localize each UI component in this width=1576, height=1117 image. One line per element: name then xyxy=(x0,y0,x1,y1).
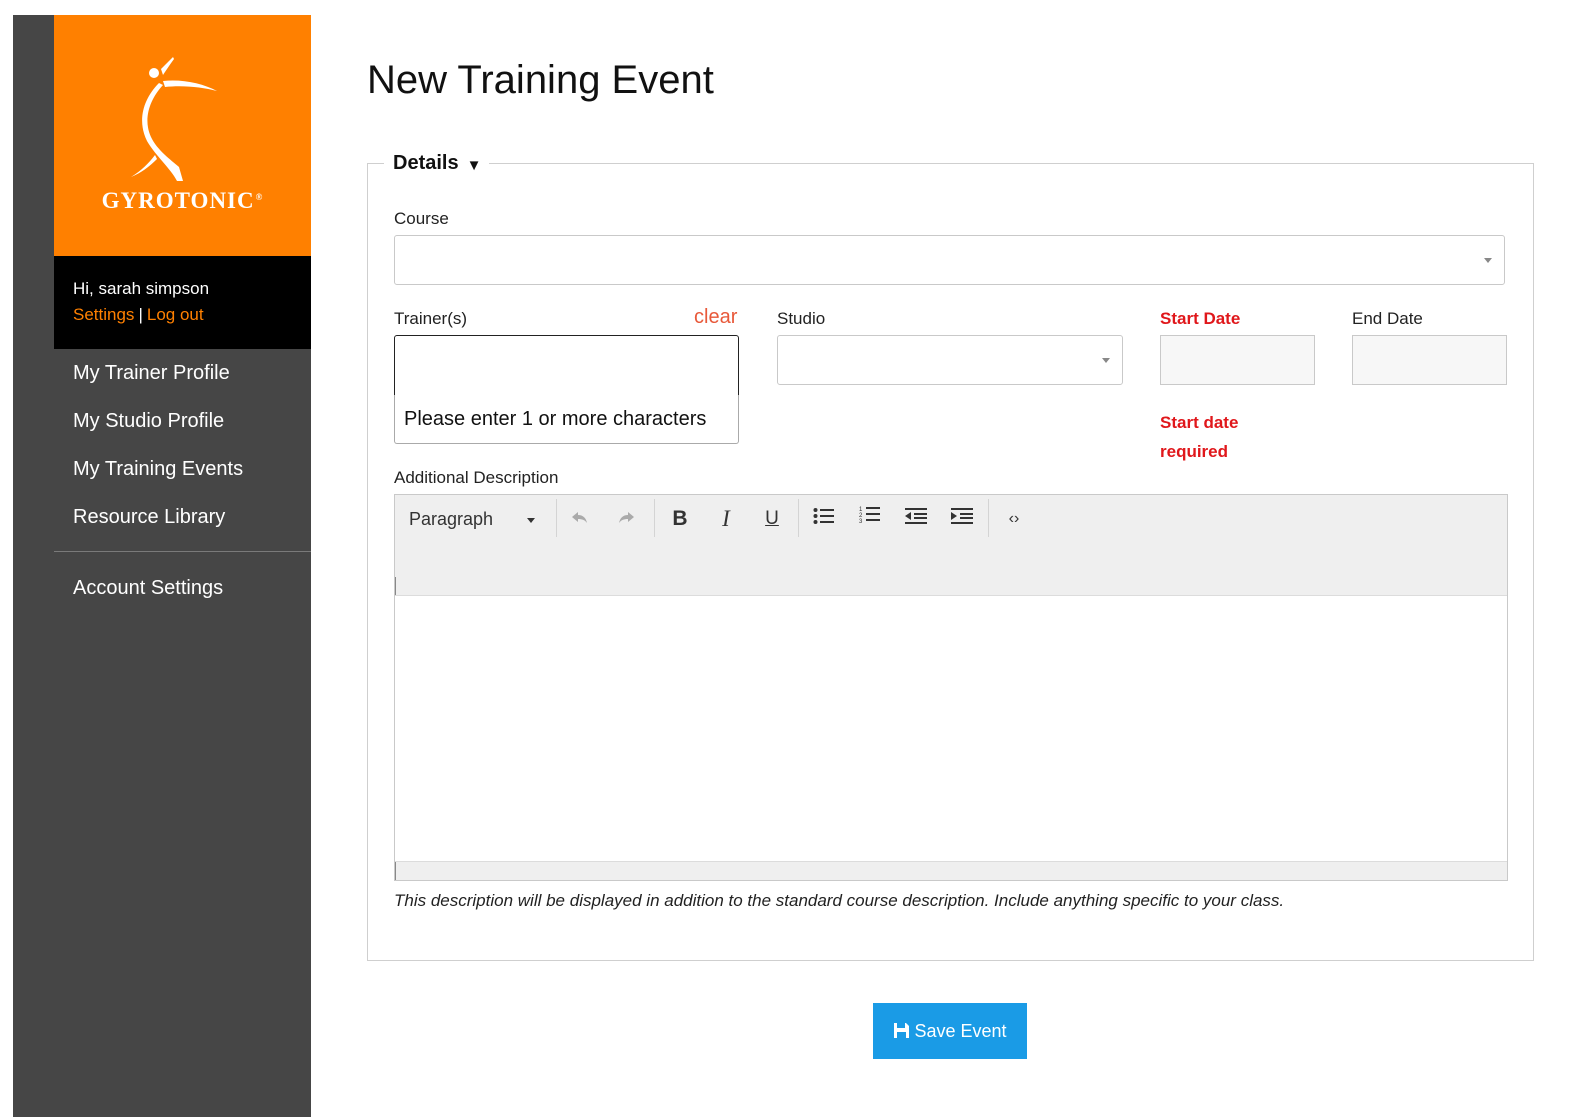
italic-button[interactable]: I xyxy=(713,505,739,533)
bold-icon: B xyxy=(672,507,688,530)
bullet-list-icon xyxy=(813,508,834,524)
redo-button[interactable] xyxy=(613,505,639,533)
svg-text:3: 3 xyxy=(859,519,863,525)
numbered-list-button[interactable]: 123 xyxy=(857,505,883,533)
logout-link[interactable]: Log out xyxy=(147,305,204,324)
sidebar-item-my-trainer-profile[interactable]: My Trainer Profile xyxy=(54,349,311,397)
description-help-text: This description will be displayed in ad… xyxy=(394,891,1285,910)
course-select[interactable] xyxy=(394,235,1505,285)
end-date-label: End Date xyxy=(1352,309,1423,328)
editor-status-line xyxy=(395,862,396,880)
save-icon xyxy=(894,1022,910,1038)
editor-top-resize-line xyxy=(395,577,396,595)
sidebar-item-my-studio-profile[interactable]: My Studio Profile xyxy=(54,397,311,445)
page-title: New Training Event xyxy=(367,58,714,102)
description-label: Additional Description xyxy=(394,468,559,487)
editor-toolbar: Paragraph B I U 123 ‹› xyxy=(395,495,1507,596)
studio-select[interactable] xyxy=(777,335,1123,385)
toolbar-separator xyxy=(654,499,655,537)
trainers-search-input[interactable] xyxy=(394,335,739,396)
underline-button[interactable]: U xyxy=(759,505,785,533)
details-toggle[interactable]: Details ▼ xyxy=(384,149,490,179)
gyrotonic-figure-icon xyxy=(131,57,217,181)
sidebar-item-resource-library[interactable]: Resource Library xyxy=(54,493,311,541)
user-greeting: Hi, sarah simpson xyxy=(73,279,210,298)
numbered-list-icon: 123 xyxy=(859,507,880,525)
description-editor[interactable]: Paragraph B I U 123 ‹› xyxy=(394,494,1508,881)
block-format-select[interactable]: Paragraph xyxy=(409,505,545,533)
editor-statusbar xyxy=(395,861,1507,880)
outdent-icon xyxy=(905,508,927,524)
toolbar-separator xyxy=(556,499,557,537)
start-date-error: Start date required xyxy=(1160,413,1239,461)
undo-button[interactable] xyxy=(567,505,593,533)
sidebar-divider xyxy=(54,551,311,552)
bold-button[interactable]: B xyxy=(667,505,693,533)
indent-button[interactable] xyxy=(949,505,975,533)
chevron-down-icon xyxy=(527,517,536,523)
italic-icon: I xyxy=(722,506,730,531)
user-links: Settings | Log out xyxy=(73,305,311,325)
studio-dropdown-arrow-icon xyxy=(1102,358,1110,363)
link-separator: | xyxy=(138,305,143,324)
toolbar-separator xyxy=(988,499,989,537)
trainers-label: Trainer(s) xyxy=(394,309,468,328)
sidebar-item-account-settings[interactable]: Account Settings xyxy=(54,564,311,612)
save-event-button[interactable]: Save Event xyxy=(873,1003,1027,1059)
user-panel: Hi, sarah simpson Settings | Log out xyxy=(54,256,311,349)
trainers-clear-link[interactable]: clear xyxy=(694,306,737,329)
indent-icon xyxy=(951,508,973,524)
outdent-button[interactable] xyxy=(903,505,929,533)
course-label: Course xyxy=(394,209,449,228)
end-date-input[interactable] xyxy=(1352,335,1507,385)
save-event-label: Save Event xyxy=(914,1020,1007,1041)
sidebar-item-my-training-events[interactable]: My Training Events xyxy=(54,445,311,493)
source-code-button[interactable]: ‹› xyxy=(1001,505,1027,533)
bullet-list-button[interactable] xyxy=(811,505,837,533)
details-fieldset: Details ▼ Course Trainer(s) clear Please … xyxy=(367,149,1534,961)
toolbar-separator xyxy=(798,499,799,537)
brand-name: GYROTONIC® xyxy=(101,188,264,213)
sidebar-edge xyxy=(13,15,54,1117)
start-date-label: Start Date xyxy=(1160,309,1241,328)
studio-label: Studio xyxy=(777,309,826,328)
trainers-dropdown-hint: Please enter 1 or more characters xyxy=(394,395,739,444)
settings-link[interactable]: Settings xyxy=(73,305,134,324)
start-date-input[interactable] xyxy=(1160,335,1315,385)
details-legend-label: Details xyxy=(393,152,459,174)
course-dropdown-arrow-icon xyxy=(1484,258,1492,263)
brand-logo[interactable]: GYROTONIC® xyxy=(54,15,311,256)
redo-icon xyxy=(619,512,634,523)
sidebar-nav: My Trainer Profile My Studio Profile My … xyxy=(54,349,311,612)
underline-icon: U xyxy=(765,508,779,529)
caret-down-icon: ▼ xyxy=(466,157,482,174)
source-code-icon: ‹› xyxy=(1008,510,1020,527)
block-format-value: Paragraph xyxy=(409,509,494,529)
sidebar: GYROTONIC® Hi, sarah simpson Settings | Lo… xyxy=(13,15,311,1117)
undo-icon xyxy=(572,512,587,523)
